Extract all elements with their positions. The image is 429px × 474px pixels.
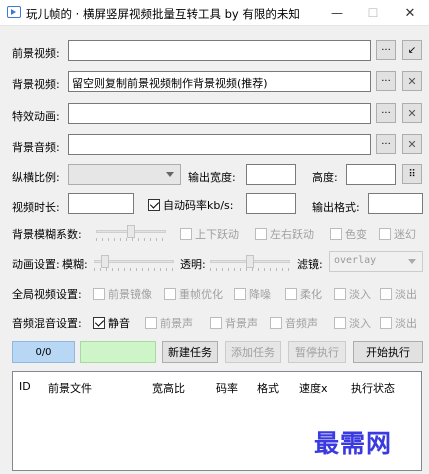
close-button[interactable]: ✕	[392, 0, 428, 26]
audio-sound-checkbox[interactable]: 音频声	[270, 315, 318, 331]
background-blur-label: 背景模糊系数:	[12, 228, 82, 241]
chevron-down-icon	[166, 172, 174, 177]
audio-fade-out-checkbox[interactable]: 淡出	[380, 315, 417, 331]
status-indicator	[80, 341, 156, 363]
transparency-slider[interactable]	[210, 254, 290, 271]
mute-checkbox[interactable]: 静音	[93, 315, 130, 331]
output-format-input[interactable]	[368, 193, 423, 214]
video-fade-out-checkbox[interactable]: 淡出	[380, 286, 417, 302]
audio-mix-settings-label: 音频混音设置:	[12, 317, 82, 330]
title-bar: 玩儿帧的 · 横屏竖屏视频批量互转工具 by 有限的未知 — ☐ ✕	[0, 0, 429, 26]
background-blur-slider[interactable]	[96, 224, 166, 241]
column-header-aspect-ratio[interactable]: 宽高比	[152, 380, 185, 396]
animation-settings-label: 动画设置:	[12, 258, 60, 271]
foreground-mirror-checkbox[interactable]: 前景镜像	[93, 286, 152, 302]
background-audio-input[interactable]	[68, 134, 371, 155]
pick-arrow-icon[interactable]: ↙	[402, 40, 422, 60]
minimize-button[interactable]: —	[319, 0, 355, 26]
checkbox-checked-icon	[93, 317, 105, 329]
auto-bitrate-checkbox[interactable]: 自动码率kb/s:	[148, 197, 234, 213]
effect-animation-label: 特效动画:	[12, 110, 60, 123]
denoise-checkbox[interactable]: 降噪	[234, 286, 271, 302]
new-task-button[interactable]: 新建任务	[162, 341, 218, 363]
add-task-button[interactable]: 添加任务	[225, 341, 281, 363]
aspect-ratio-label: 纵横比例:	[12, 171, 60, 184]
output-width-input[interactable]	[246, 164, 296, 185]
background-audio-label: 背景音频:	[12, 141, 60, 154]
output-width-label: 输出宽度:	[188, 171, 236, 184]
effect-clear-icon[interactable]: ✕	[402, 103, 422, 123]
video-duration-input[interactable]	[68, 193, 134, 214]
background-sound-checkbox[interactable]: 背景声	[210, 315, 258, 331]
checkbox-checked-icon	[148, 199, 160, 211]
anim-blur-slider[interactable]	[94, 254, 174, 271]
color-change-checkbox[interactable]: 色变	[330, 226, 367, 242]
foreground-video-input[interactable]	[68, 40, 371, 61]
bounce-horizontal-checkbox[interactable]: 左右跃动	[255, 226, 314, 242]
column-header-status[interactable]: 执行状态	[351, 380, 395, 396]
watermark: 最需网	[314, 429, 393, 458]
height-label: 高度:	[312, 171, 338, 184]
background-video-input[interactable]: 留空则复制前景视频制作背景视频(推荐)	[68, 71, 371, 92]
column-header-foreground-file[interactable]: 前景文件	[48, 380, 92, 396]
foreground-sound-checkbox[interactable]: 前景声	[145, 315, 193, 331]
audio-clear-icon[interactable]: ✕	[402, 134, 422, 154]
column-header-id[interactable]: ID	[19, 380, 31, 393]
audio-browse-button[interactable]: ···	[376, 134, 396, 154]
slider-thumb[interactable]	[127, 225, 135, 238]
filter-select[interactable]: overlay	[329, 251, 423, 272]
audio-fade-in-checkbox[interactable]: 淡入	[334, 315, 371, 331]
chevron-down-icon	[408, 259, 416, 264]
app-icon	[7, 6, 21, 18]
effect-animation-input[interactable]	[68, 103, 371, 124]
start-button[interactable]: 开始执行	[353, 341, 423, 363]
effect-browse-button[interactable]: ···	[376, 103, 396, 123]
pause-button[interactable]: 暂停执行	[288, 341, 346, 363]
slider-thumb[interactable]	[101, 255, 109, 268]
background-browse-button[interactable]: ···	[376, 71, 396, 91]
bitrate-input[interactable]	[246, 193, 296, 214]
frame-optimize-checkbox[interactable]: 重帧优化	[164, 286, 223, 302]
window-title: 玩儿帧的 · 横屏竖屏视频批量互转工具 by 有限的未知	[26, 7, 300, 21]
global-video-settings-label: 全局视频设置:	[12, 288, 82, 301]
background-clear-icon[interactable]: ✕	[402, 71, 422, 91]
column-header-format[interactable]: 格式	[257, 380, 279, 396]
output-format-label: 输出格式:	[312, 201, 360, 214]
video-duration-label: 视频时长:	[12, 201, 60, 214]
maximize-button[interactable]: ☐	[355, 0, 391, 26]
aspect-ratio-select[interactable]	[68, 164, 181, 185]
column-header-bitrate[interactable]: 码率	[216, 380, 238, 396]
foreground-browse-button[interactable]: ···	[376, 40, 396, 60]
soften-checkbox[interactable]: 柔化	[285, 286, 322, 302]
swap-dimensions-icon[interactable]: ⠿	[402, 164, 422, 184]
video-fade-in-checkbox[interactable]: 淡入	[334, 286, 371, 302]
filter-label: 滤镜:	[297, 258, 323, 271]
task-progress: 0/0	[12, 341, 75, 363]
psychedelic-checkbox[interactable]: 迷幻	[379, 226, 416, 242]
bounce-vertical-checkbox[interactable]: 上下跃动	[180, 226, 239, 242]
column-header-speed[interactable]: 速度x	[299, 380, 328, 396]
output-height-input[interactable]	[346, 164, 396, 185]
slider-thumb[interactable]	[246, 255, 254, 268]
anim-blur-label: 模糊:	[62, 258, 88, 271]
background-video-label: 背景视频:	[12, 78, 60, 91]
foreground-video-label: 前景视频:	[12, 47, 60, 60]
transparency-label: 透明:	[180, 258, 206, 271]
